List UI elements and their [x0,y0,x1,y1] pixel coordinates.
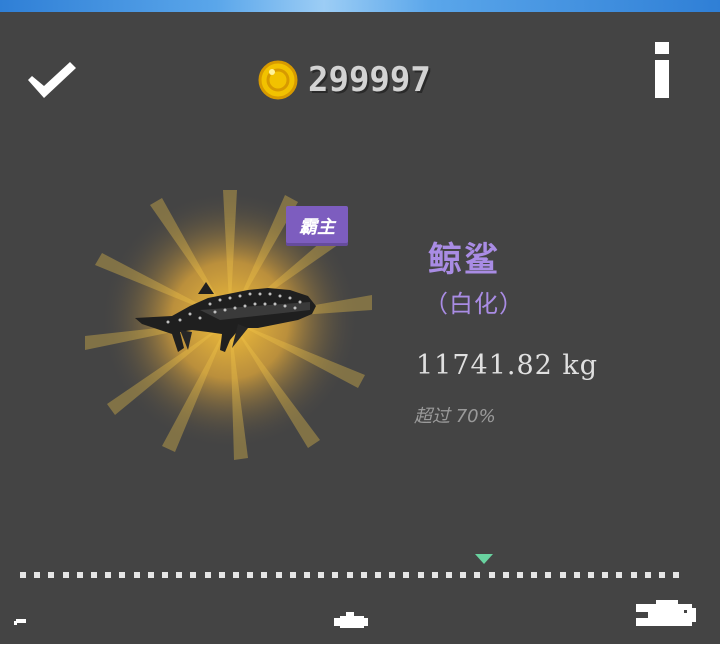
coin-count: 299997 [308,60,431,100]
track-dot [162,572,168,578]
track-dot [134,572,140,578]
track-dot [34,572,40,578]
fish-weight: 11741.82 kg [416,350,599,381]
track-dot [290,572,296,578]
track-dot [489,572,495,578]
track-dot [503,572,509,578]
coin-icon [258,60,298,100]
info-icon-bar [655,60,669,98]
track-dot [460,572,466,578]
track-dot [645,572,651,578]
track-dot [432,572,438,578]
info-button[interactable] [652,42,674,100]
rank-badge: 霸主 [286,206,348,246]
size-position-marker [475,554,493,564]
bottom-edge [0,644,720,650]
track-dot [91,572,97,578]
track-dot [347,572,353,578]
large-fish-icon [636,600,696,626]
window-top-bar [0,0,720,12]
confirm-check-button[interactable] [24,56,80,102]
medium-fish-icon [334,612,368,628]
track-dot [602,572,608,578]
track-dot [304,572,310,578]
track-dot [48,572,54,578]
track-dot [446,572,452,578]
track-dot [261,572,267,578]
track-dot [205,572,211,578]
track-dot [631,572,637,578]
track-dot [616,572,622,578]
size-scale-track [20,572,680,580]
track-dot [659,572,665,578]
track-dot [20,572,26,578]
track-dot [403,572,409,578]
fish-name: 鲸鲨 [428,240,500,280]
track-dot [375,572,381,578]
track-dot [233,572,239,578]
track-dot [474,572,480,578]
track-dot [545,572,551,578]
track-dot [560,572,566,578]
track-dot [247,572,253,578]
track-dot [105,572,111,578]
track-dot [361,572,367,578]
track-dot [276,572,282,578]
track-dot [176,572,182,578]
track-dot [588,572,594,578]
info-icon-dot [655,42,669,54]
track-dot [574,572,580,578]
track-dot [332,572,338,578]
checkmark-icon [28,62,76,98]
coin-balance: 299997 [258,58,431,102]
track-dot [63,572,69,578]
track-dot [673,572,679,578]
track-dot [531,572,537,578]
track-dot [219,572,225,578]
track-dot [389,572,395,578]
fish-variant: （白化） [424,290,524,318]
track-dot [318,572,324,578]
track-dot [148,572,154,578]
small-fish-icon [14,619,26,625]
track-dot [190,572,196,578]
track-dot [517,572,523,578]
track-dot [119,572,125,578]
fish-percentile: 超过 70% [414,406,496,427]
track-dot [77,572,83,578]
track-dot [418,572,424,578]
